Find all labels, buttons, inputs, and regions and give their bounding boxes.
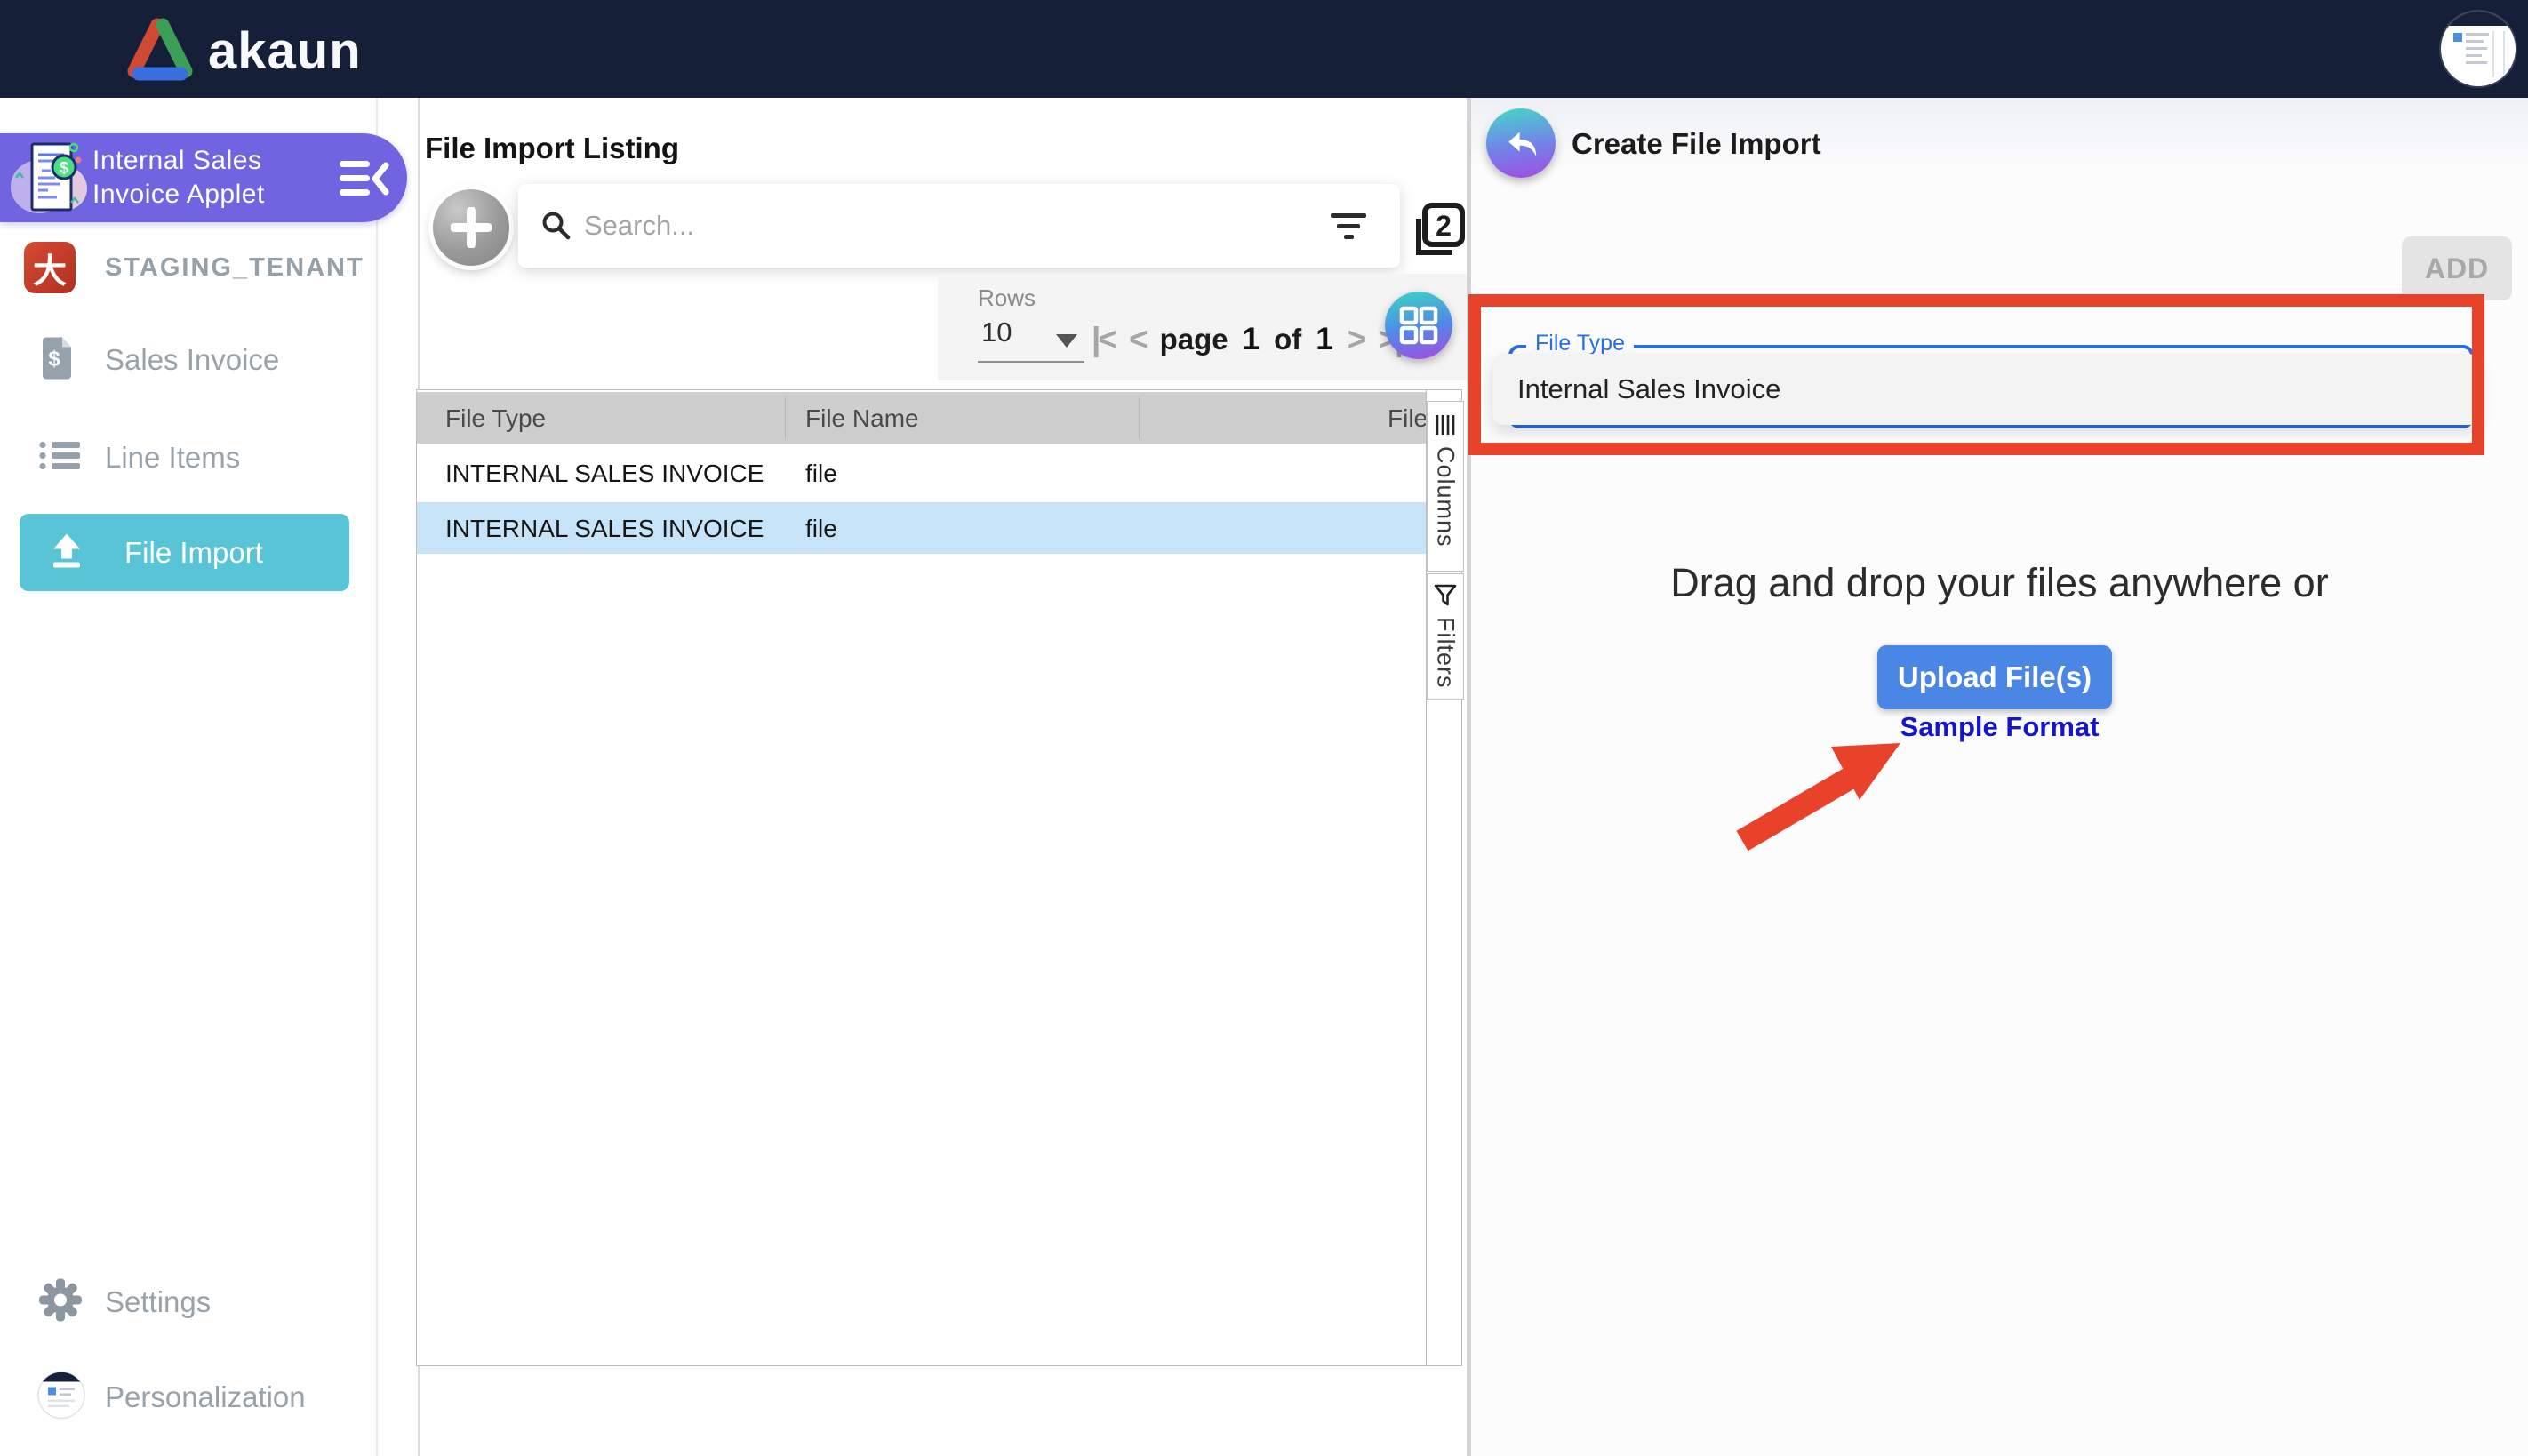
rows-per-page-label: Rows <box>978 284 1036 312</box>
applet-title: Internal Sales Invoice Applet <box>92 144 265 212</box>
sidebar-item-label: File Import <box>124 536 263 570</box>
next-page-button[interactable]: > <box>1348 321 1364 358</box>
sidebar-collapse-icon[interactable] <box>340 158 389 199</box>
sidebar-item-settings[interactable]: Settings <box>0 1271 376 1333</box>
dropzone-text: Drag and drop your files anywhere or <box>1471 560 2528 606</box>
applet-header[interactable]: $ Internal Sales Invoice Applet <box>0 133 407 222</box>
list-icon <box>39 439 80 477</box>
sidebar-item-label: Settings <box>105 1285 211 1319</box>
gear-icon <box>37 1277 84 1328</box>
sidebar-item-label: Sales Invoice <box>105 343 279 377</box>
filter-funnel-icon <box>1432 583 1459 608</box>
sidebar-divider <box>376 98 378 1456</box>
page-word: page <box>1160 323 1228 356</box>
columns-button-label: Columns <box>1432 446 1460 548</box>
rows-per-page-select[interactable]: 10 <box>981 316 1012 348</box>
brand-name: akaun <box>208 19 362 84</box>
filter-sort-icon[interactable] <box>1331 213 1366 239</box>
sidebar-item-label: Line Items <box>105 441 240 475</box>
layout-switch-icon[interactable]: 2 <box>1410 201 1465 261</box>
upload-files-button[interactable]: Upload File(s) <box>1877 645 2112 709</box>
pagination: |< < page 1 of 1 > >| <box>1092 313 1401 366</box>
chevron-down-icon[interactable] <box>1056 334 1077 348</box>
column-header[interactable]: File Name <box>805 404 919 433</box>
filters-button-label: Filters <box>1432 617 1460 689</box>
tenant-icon: 大 <box>24 242 76 293</box>
back-arrow-icon <box>1501 124 1540 163</box>
invoice-document-icon: $ <box>41 336 75 385</box>
cell-file-name: file <box>805 460 837 488</box>
grid-view-button[interactable] <box>1385 292 1452 359</box>
add-button[interactable]: ADD <box>2402 236 2512 300</box>
annotation-red-box <box>1468 294 2484 455</box>
sidebar-item-label: Personalization <box>105 1380 306 1414</box>
panel-title: Create File Import <box>1572 127 1821 161</box>
sample-format-link[interactable]: Sample Format <box>1471 711 2528 743</box>
file-import-table: File Type File Name File INTERNAL SALES … <box>416 389 1462 1366</box>
rows-select-underline <box>978 361 1084 363</box>
plus-icon <box>451 207 492 248</box>
table-header-row: File Type File Name File <box>417 392 1426 444</box>
cell-file-type: INTERNAL SALES INVOICE <box>445 515 764 543</box>
current-page-number: 1 <box>1243 322 1260 357</box>
sidebar-item-tenant[interactable]: 大 STAGING_TENANT <box>0 240 376 297</box>
cell-file-type: INTERNAL SALES INVOICE <box>445 460 764 488</box>
invoice-applet-icon: $ <box>9 137 91 219</box>
first-page-button[interactable]: |< <box>1092 321 1115 358</box>
table-row-selected[interactable]: INTERNAL SALES INVOICE file <box>417 502 1426 554</box>
layout-count-badge: 2 <box>1436 210 1452 242</box>
columns-button[interactable]: Columns <box>1427 401 1464 572</box>
personalization-icon <box>37 1372 85 1424</box>
brand-logo[interactable]: akaun <box>124 16 362 86</box>
grid-icon <box>1397 304 1440 347</box>
sidebar-item-line-items[interactable]: Line Items <box>0 427 376 489</box>
app-window: akaun <box>0 0 2528 1456</box>
cell-file-name: file <box>805 515 837 543</box>
sidebar-item-file-import[interactable]: File Import <box>20 514 349 591</box>
user-avatar[interactable] <box>2441 12 2516 86</box>
page-title: File Import Listing <box>425 132 679 165</box>
sidebar-item-sales-invoice[interactable]: $ Sales Invoice <box>0 329 376 391</box>
avatar-image <box>2441 12 2516 26</box>
search-icon <box>541 211 572 241</box>
upload-icon <box>48 532 85 573</box>
tenant-label: STAGING_TENANT <box>105 253 364 283</box>
column-header[interactable]: File Type <box>445 404 546 433</box>
column-header[interactable]: File <box>1388 404 1428 433</box>
top-navbar: akaun <box>0 0 2528 98</box>
annotation-red-arrow <box>1724 727 1929 860</box>
columns-icon <box>1433 412 1458 437</box>
svg-text:$: $ <box>48 348 60 372</box>
prev-page-button[interactable]: < <box>1129 321 1146 358</box>
of-word: of <box>1274 323 1301 356</box>
sidebar-item-personalization[interactable]: Personalization <box>0 1366 376 1428</box>
table-row[interactable]: INTERNAL SALES INVOICE file <box>417 447 1426 499</box>
total-pages-number: 1 <box>1316 322 1332 357</box>
svg-text:$: $ <box>60 159 68 177</box>
brand-triangle-icon <box>124 16 196 86</box>
search-bar <box>518 184 1400 268</box>
back-button[interactable] <box>1486 108 1556 178</box>
add-record-button[interactable] <box>433 189 509 266</box>
filters-button[interactable]: Filters <box>1427 573 1464 700</box>
search-input[interactable] <box>584 210 1331 242</box>
